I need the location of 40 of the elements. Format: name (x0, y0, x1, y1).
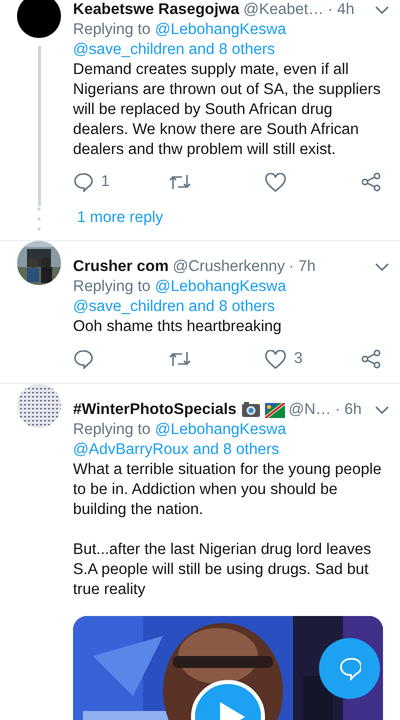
replying-label: Replying to (73, 278, 151, 295)
author-handle[interactable]: @N… (288, 400, 331, 420)
heart-icon[interactable] (265, 172, 286, 192)
retweet-icon[interactable] (169, 172, 191, 192)
author-handle[interactable]: @Keabet… (243, 0, 324, 20)
camera-icon (240, 402, 261, 418)
reply-count: 1 (101, 172, 110, 192)
replying-label: Replying to (73, 421, 151, 438)
mention-link[interactable]: @save_children and 8 others (73, 41, 275, 58)
mention-link[interactable]: @LebohangKeswa (154, 278, 286, 295)
tweet-text: Ooh shame thts heartbreaking (73, 317, 283, 337)
author-name: Keabetswe Rasegojwa (73, 0, 240, 20)
share-icon[interactable] (361, 349, 381, 369)
timestamp: · 7h (288, 257, 316, 277)
replying-label: Replying to (73, 21, 151, 38)
mention-link[interactable]: @AdvBarryRoux and 8 others (73, 441, 280, 458)
timestamp: · 6h (334, 400, 362, 420)
share-icon[interactable] (361, 172, 381, 192)
reply-icon[interactable] (73, 349, 93, 369)
tweet-text: But...after the last Nigerian drug lord leaves S.A people will still be using drugs. Sad but true reality (73, 540, 372, 600)
tweet-text: Demand creates supply mate, even if all Nigerians are thrown out of SA, the suppliers will be replaced by South African drug dealers. We know there are South African dealers and thw problem will still exist. (73, 60, 382, 160)
mention-link[interactable]: @LebohangKeswa (154, 421, 286, 438)
author-handle[interactable]: @Crusherkenny (172, 257, 285, 277)
more-replies-link[interactable]: 1 more reply (77, 206, 164, 232)
chevron-down-icon[interactable] (375, 262, 389, 272)
chevron-down-icon[interactable] (375, 406, 389, 414)
speech-bubble-icon (338, 656, 360, 680)
heart-icon[interactable] (265, 350, 286, 368)
author-name: #WinterPhotoSpecials (73, 400, 237, 420)
timestamp: · 4h (328, 0, 354, 20)
like-count: 3 (294, 349, 303, 369)
mention-link[interactable]: @LebohangKeswa (154, 21, 286, 38)
tweet-text: What a terrible situation for the young people to be in. Addiction when you should be building the nation. (73, 460, 382, 520)
flag-icon (264, 402, 285, 418)
mention-link[interactable]: @save_children and 8 others (73, 298, 275, 315)
author-name: Crusher com (73, 257, 169, 277)
retweet-icon[interactable] (169, 349, 191, 369)
chevron-down-icon[interactable] (375, 6, 389, 14)
avatar[interactable] (17, 0, 61, 38)
reply-icon[interactable] (73, 172, 93, 192)
